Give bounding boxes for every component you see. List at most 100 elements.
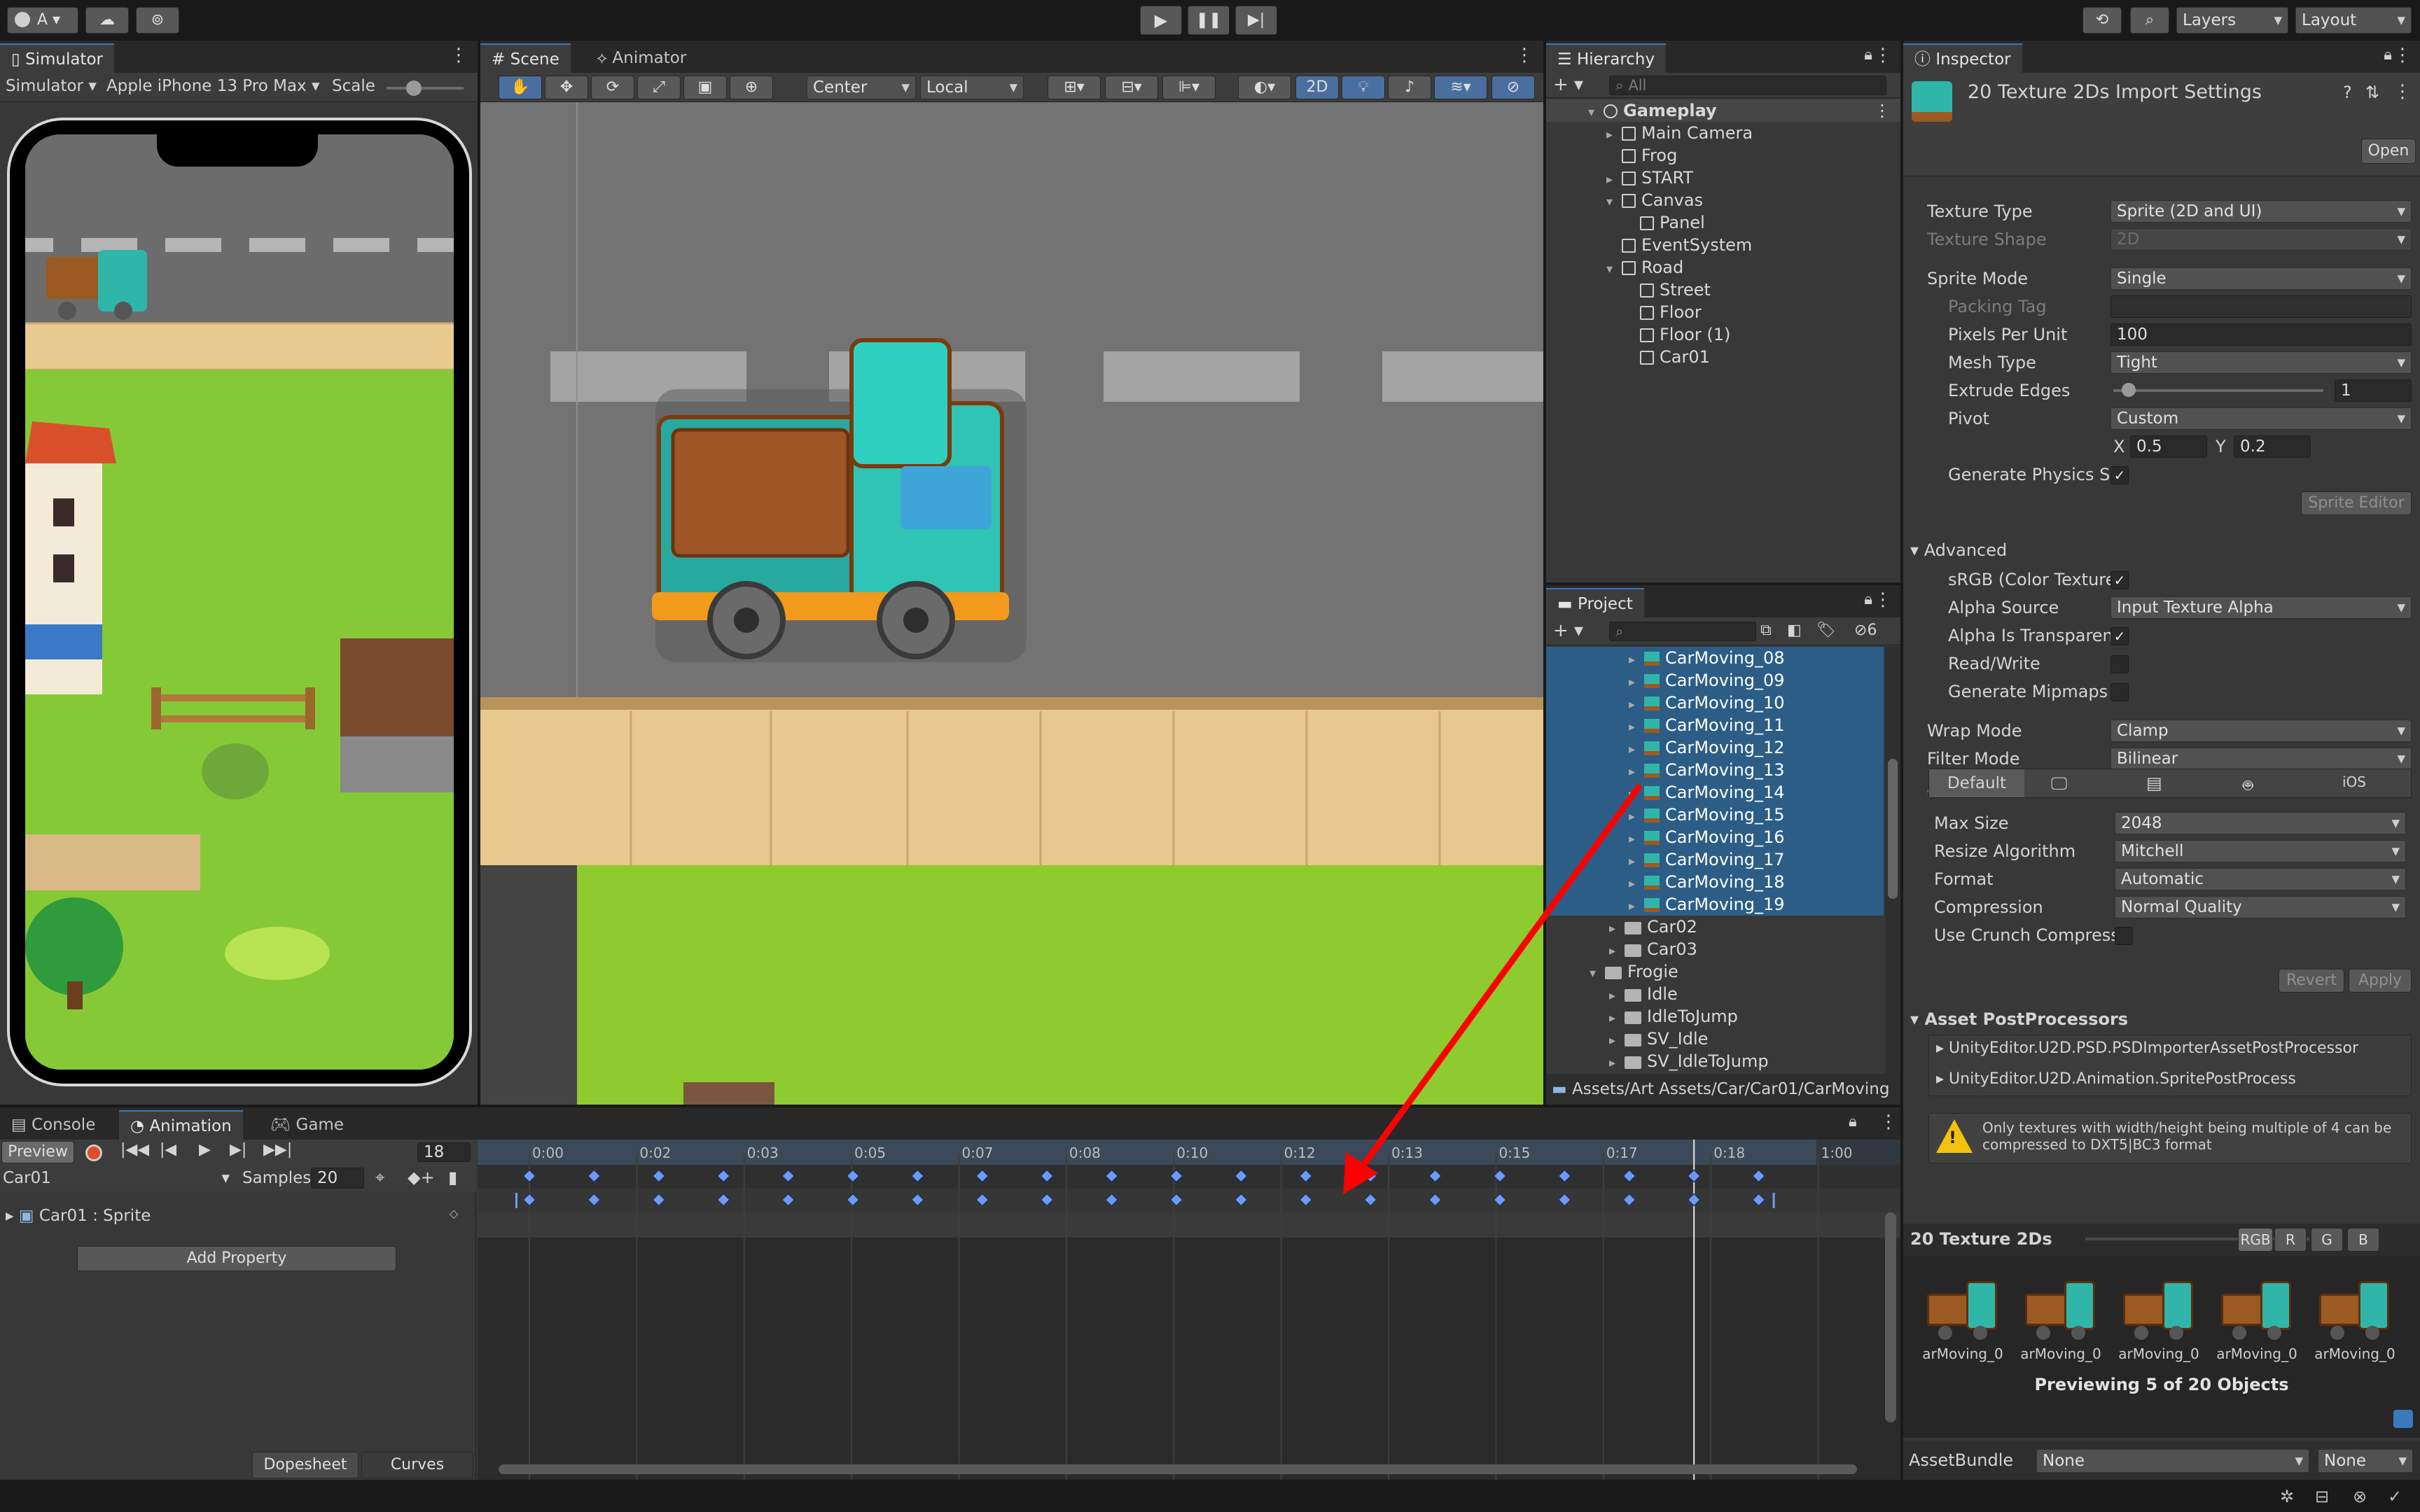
- expand-arrow-icon[interactable]: ▸: [1629, 828, 1644, 850]
- expand-arrow-icon[interactable]: ▾: [1606, 258, 1622, 281]
- 2d-toggle[interactable]: 2D: [1295, 76, 1339, 99]
- expand-arrow-icon[interactable]: ▾: [1588, 102, 1604, 124]
- filter-by-label-icon[interactable]: 🏷︎: [1816, 622, 1836, 639]
- tab-simulator[interactable]: ▯ Simulator: [0, 43, 114, 73]
- hierarchy-search-input[interactable]: ⌕ All: [1609, 76, 1886, 95]
- tab-animator[interactable]: ⟡ Animator: [585, 43, 697, 73]
- expand-arrow-icon[interactable]: ▸: [1609, 1052, 1625, 1074]
- project-item[interactable]: ▸ CarMoving_12: [1546, 736, 1884, 759]
- scene-viewport[interactable]: [480, 102, 1543, 1105]
- project-item[interactable]: ▸ CarMoving_14: [1546, 781, 1884, 804]
- wrap-mode-dropdown[interactable]: Clamp: [2110, 720, 2412, 742]
- expand-arrow-icon[interactable]: ▾: [1606, 191, 1622, 214]
- pause-button[interactable]: ❚❚: [1188, 6, 1230, 35]
- expand-arrow-icon[interactable]: ▸: [1609, 1030, 1625, 1052]
- project-item[interactable]: ▸ Idle: [1546, 983, 1884, 1005]
- project-item[interactable]: ▸ CarMoving_08: [1546, 647, 1884, 669]
- visibility-toggle-icon[interactable]: ⊘: [1491, 76, 1535, 99]
- project-item[interactable]: ▸ CarMoving_10: [1546, 692, 1884, 714]
- property-row[interactable]: ▸ ▣ Car01 : Sprite ◇: [0, 1204, 476, 1229]
- extrude-edges-slider[interactable]: [2113, 383, 2323, 397]
- expand-arrow-icon[interactable]: ▸: [1629, 783, 1644, 806]
- lock-icon[interactable]: 🔒︎: [1864, 591, 1872, 608]
- next-keyframe-button[interactable]: ▶|: [230, 1141, 246, 1158]
- pivot-y-field[interactable]: 0.2: [2234, 435, 2311, 458]
- lock-icon[interactable]: 🔒︎: [1864, 46, 1872, 64]
- hierarchy-item[interactable]: Panel: [1546, 211, 1900, 234]
- timeline-horizontal-scrollbar[interactable]: [499, 1464, 1857, 1474]
- undo-history-icon[interactable]: ⟲: [2082, 7, 2122, 34]
- project-scrollbar-thumb[interactable]: [1888, 759, 1898, 899]
- frame-field[interactable]: 18: [417, 1142, 471, 1162]
- advanced-foldout[interactable]: ▾ Advanced: [1910, 540, 2007, 560]
- tab-game[interactable]: 🎮︎ Game: [259, 1110, 355, 1140]
- scale-slider-thumb[interactable]: [406, 80, 422, 96]
- expand-arrow-icon[interactable]: ▸: [1609, 1007, 1625, 1030]
- expand-arrow-icon[interactable]: ▸: [1629, 806, 1644, 828]
- tab-inspector[interactable]: ⓘ Inspector: [1903, 43, 2022, 73]
- project-item[interactable]: ▸ CarMoving_11: [1546, 714, 1884, 736]
- play-animation-button[interactable]: ▶: [199, 1141, 211, 1158]
- timeline-vertical-scrollbar[interactable]: [1885, 1212, 1896, 1422]
- hand-tool-icon[interactable]: ✋: [499, 76, 542, 99]
- expand-arrow-icon[interactable]: ▸: [1629, 649, 1644, 671]
- expand-arrow-icon[interactable]: ▸: [1609, 985, 1625, 1007]
- project-scrollbar[interactable]: [1885, 647, 1900, 1074]
- tab-animation[interactable]: ◔ Animation: [119, 1110, 243, 1140]
- label-icon[interactable]: [2393, 1410, 2413, 1428]
- asset-bundle-dropdown[interactable]: None: [2036, 1449, 2309, 1473]
- hierarchy-item[interactable]: Car01: [1546, 346, 1900, 368]
- device-dropdown[interactable]: Apple iPhone 13 Pro Max ▾: [106, 77, 320, 95]
- grid-visibility-icon[interactable]: ⊟▾: [1105, 76, 1158, 99]
- expand-arrow-icon[interactable]: ▸: [1609, 918, 1625, 940]
- sprite-mode-dropdown[interactable]: Single: [2110, 267, 2412, 290]
- read-write-checkbox[interactable]: [2110, 655, 2129, 673]
- pivot-center-dropdown[interactable]: Center: [807, 76, 916, 99]
- format-dropdown[interactable]: Automatic: [2115, 868, 2406, 890]
- expand-arrow-icon[interactable]: ▸: [1609, 940, 1625, 962]
- postprocessors-foldout[interactable]: ▾ Asset PostProcessors: [1910, 1009, 2128, 1029]
- clip-dropdown[interactable]: Car01 ▾: [3, 1169, 230, 1187]
- hierarchy-item[interactable]: ▾ Road: [1546, 256, 1900, 279]
- add-event-icon[interactable]: ◆+: [408, 1168, 435, 1187]
- project-item[interactable]: ▸ SV_IdleToJump: [1546, 1050, 1884, 1072]
- scale-tool-icon[interactable]: ⤢: [637, 76, 681, 99]
- create-dropdown[interactable]: + ▾: [1553, 620, 1583, 641]
- sprite-editor-button[interactable]: Sprite Editor: [2301, 491, 2412, 515]
- help-icon[interactable]: ?: [2343, 83, 2352, 102]
- android-platform-icon[interactable]: 🤖︎: [2243, 774, 2253, 798]
- channel-r-button[interactable]: R: [2274, 1228, 2307, 1252]
- alpha-is-transparency-checkbox[interactable]: ✓: [2110, 627, 2129, 645]
- project-item[interactable]: ▸ CarMoving_18: [1546, 871, 1884, 893]
- extrude-edges-slider-thumb[interactable]: [2122, 383, 2136, 397]
- crunch-compression-checkbox[interactable]: [2115, 927, 2133, 945]
- generate-mipmaps-checkbox[interactable]: [2110, 683, 2129, 701]
- step-button[interactable]: ▶|: [1235, 6, 1277, 35]
- component-menu-icon[interactable]: ⋮: [2393, 81, 2412, 102]
- account-dropdown[interactable]: A ▾: [7, 7, 78, 34]
- preview-thumbnail[interactable]: arMoving_0: [2314, 1277, 2396, 1368]
- project-item[interactable]: ▸ CarMoving_16: [1546, 826, 1884, 848]
- preview-thumbnail[interactable]: arMoving_0: [2019, 1277, 2102, 1368]
- collapse-arrow-icon[interactable]: ▸: [1606, 124, 1622, 146]
- search-icon[interactable]: ⌕: [2130, 7, 2169, 34]
- layers-dropdown[interactable]: Layers: [2176, 7, 2288, 34]
- transform-tool-icon[interactable]: ⊕: [730, 76, 773, 99]
- revert-button[interactable]: Revert: [2279, 969, 2344, 993]
- asset-bundle-variant-dropdown[interactable]: None: [2318, 1449, 2413, 1473]
- pivot-dropdown[interactable]: Custom: [2110, 407, 2412, 430]
- network-icon[interactable]: ⊗: [2353, 1487, 2367, 1506]
- last-keyframe-button[interactable]: ▶▶|: [263, 1141, 292, 1158]
- extrude-edges-field[interactable]: 1: [2335, 379, 2412, 402]
- search-by-type-icon[interactable]: ⧉: [1760, 622, 1772, 639]
- expand-arrow-icon[interactable]: ▾: [1590, 962, 1605, 985]
- project-item[interactable]: ▸ CarMoving_19: [1546, 893, 1884, 916]
- generate-physics-shape-checkbox[interactable]: ✓: [2110, 466, 2129, 484]
- panel-menu-icon[interactable]: ⋮: [450, 45, 468, 66]
- increment-snap-icon[interactable]: ⊫▾: [1162, 76, 1216, 99]
- open-button[interactable]: Open: [2361, 139, 2416, 164]
- draw-mode-icon[interactable]: ◐▾: [1238, 76, 1291, 99]
- project-item[interactable]: ▸ IdleToJump: [1546, 1005, 1884, 1028]
- move-tool-icon[interactable]: ✥: [545, 76, 588, 99]
- max-size-dropdown[interactable]: 2048: [2115, 812, 2406, 834]
